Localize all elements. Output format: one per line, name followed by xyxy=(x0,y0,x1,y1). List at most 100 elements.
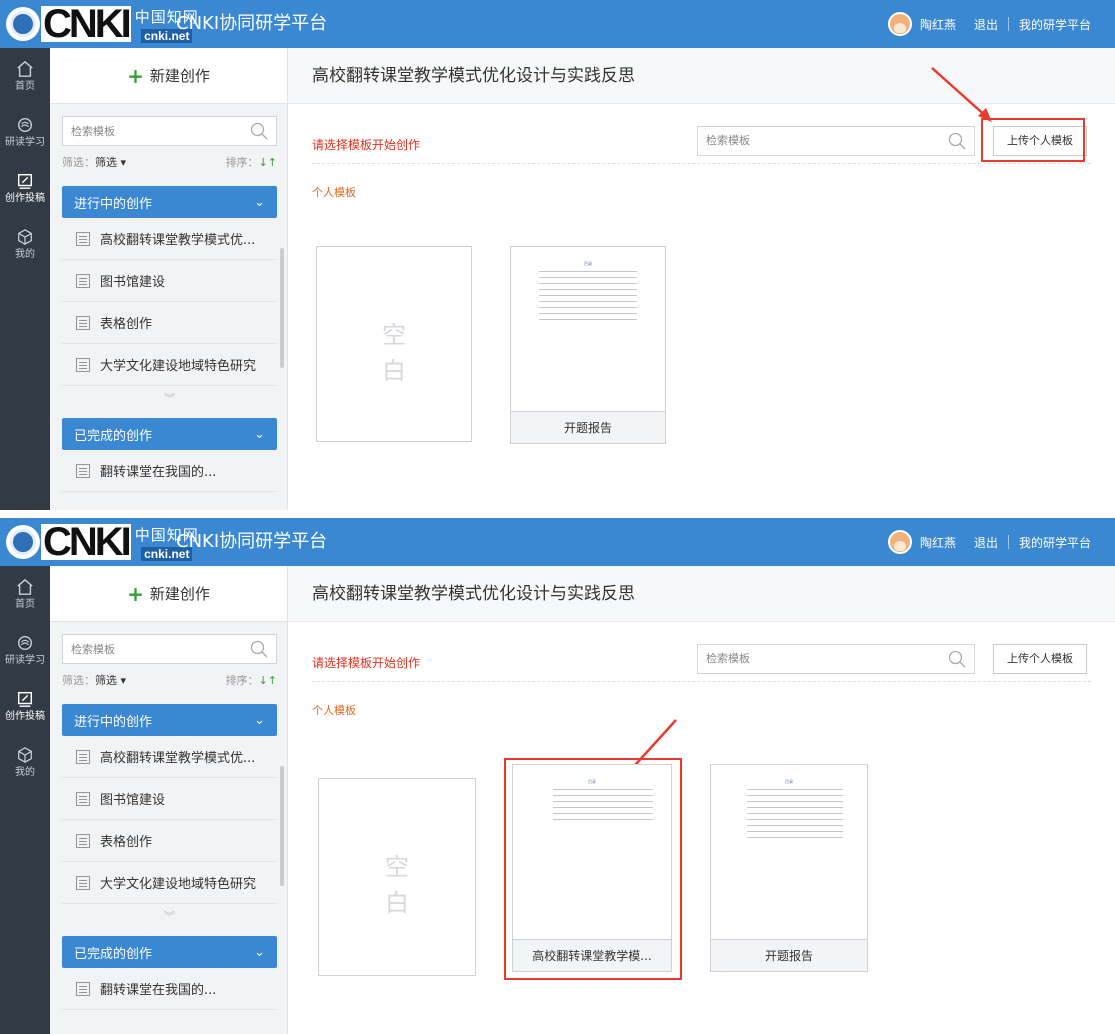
logout-link[interactable]: 退出 xyxy=(974,16,998,33)
in-progress-header[interactable]: 进行中的创作 ⌄ xyxy=(62,704,277,736)
nav-home[interactable]: 首页 xyxy=(0,48,50,104)
sort-control[interactable]: 排序：↓↑ xyxy=(226,672,277,690)
blank-template-card[interactable]: 空白 xyxy=(318,778,476,976)
template-header: 请选择模板开始创作 检索模板 上传个人模板 xyxy=(312,642,1091,682)
sidebar: + 新建创作 检索模板 筛选：筛选 ▾ 排序：↓↑ 进行中的创作 ⌄ 高校翻转课… xyxy=(50,48,288,510)
sidebar-scrollbar[interactable] xyxy=(280,766,284,886)
nav-reading[interactable]: 研读学习 xyxy=(0,104,50,160)
nav-home-label: 首页 xyxy=(15,599,35,610)
search-icon[interactable] xyxy=(250,122,268,140)
nav-profile[interactable]: 我的 xyxy=(0,216,50,272)
document-icon xyxy=(76,315,90,330)
folder-icon xyxy=(76,981,90,996)
list-item[interactable]: 翻转课堂在我国的... xyxy=(62,968,277,1010)
plus-icon: + xyxy=(127,581,144,606)
document-title: 高校翻转课堂教学模式优化设计与实践反思 xyxy=(288,566,1115,622)
choose-template-label: 请选择模板开始创作 xyxy=(312,138,421,152)
plus-icon: + xyxy=(127,63,144,88)
choose-template-label: 请选择模板开始创作 xyxy=(312,656,421,670)
nav-writing[interactable]: 创作投稿 xyxy=(0,678,50,734)
personal-templates-label: 个人模板 xyxy=(312,186,356,199)
my-platform-link[interactable]: 我的研学平台 xyxy=(1019,16,1091,33)
in-progress-header[interactable]: 进行中的创作 ⌄ xyxy=(62,186,277,218)
cnki-logo[interactable]: CNKI 中国知网 cnki.net xyxy=(6,522,199,562)
nav-home[interactable]: 首页 xyxy=(0,566,50,622)
sidebar-scrollbar[interactable] xyxy=(280,248,284,368)
new-creation-button[interactable]: + 新建创作 xyxy=(50,566,287,622)
user-name[interactable]: 陶红燕 xyxy=(920,16,956,33)
list-item[interactable]: 表格创作 xyxy=(62,302,277,344)
upload-template-button[interactable]: 上传个人模板 xyxy=(993,644,1087,674)
my-platform-link[interactable]: 我的研学平台 xyxy=(1019,534,1091,551)
sort-control[interactable]: 排序：↓↑ xyxy=(226,154,277,172)
completed-header[interactable]: 已完成的创作 ⌄ xyxy=(62,418,277,450)
home-icon xyxy=(17,60,33,77)
logout-link[interactable]: 退出 xyxy=(974,534,998,551)
filter-row: 筛选：筛选 ▾ 排序：↓↑ xyxy=(62,672,277,690)
folder-icon xyxy=(76,463,90,478)
cnki-logo[interactable]: CNKI 中国知网 cnki.net xyxy=(6,4,199,44)
list-item[interactable]: 高校翻转课堂教学模式优... xyxy=(62,736,277,778)
list-item[interactable]: 表格创作 xyxy=(62,820,277,862)
reading-icon xyxy=(17,635,33,651)
profile-icon xyxy=(18,747,32,763)
chevron-down-icon: ⌄ xyxy=(254,194,265,210)
template-search-input[interactable]: 检索模板 xyxy=(697,126,975,156)
filter-row: 筛选：筛选 ▾ 排序：↓↑ xyxy=(62,154,277,172)
search-icon[interactable] xyxy=(948,650,966,668)
nav-reading-label: 研读学习 xyxy=(5,137,45,148)
template-search-input[interactable]: 检索模板 xyxy=(697,644,975,674)
list-item[interactable]: 翻转课堂在我国的... xyxy=(62,450,277,492)
globe-icon xyxy=(6,525,40,559)
list-item[interactable]: 图书馆建设 xyxy=(62,778,277,820)
nav-writing-label: 创作投稿 xyxy=(5,193,45,204)
chevron-down-icon: ⌄ xyxy=(254,426,265,442)
avatar[interactable] xyxy=(887,530,912,554)
nav-profile[interactable]: 我的 xyxy=(0,734,50,790)
search-icon[interactable] xyxy=(250,640,268,658)
list-item[interactable]: 高校翻转课堂教学模式优... xyxy=(62,218,277,260)
filter-dropdown[interactable]: 筛选 ▾ xyxy=(95,156,126,169)
nav-writing[interactable]: 创作投稿 xyxy=(0,160,50,216)
new-creation-label: 新建创作 xyxy=(149,585,210,603)
document-icon xyxy=(76,231,90,246)
left-nav: 首页 研读学习 创作投稿 我的 xyxy=(0,566,50,1034)
filter-dropdown[interactable]: 筛选 ▾ xyxy=(95,674,126,687)
user-area: 陶红燕 退出 我的研学平台 xyxy=(887,0,1091,48)
template-thumbnail: 目录 xyxy=(511,247,665,411)
list-item[interactable]: 大学文化建设地域特色研究 xyxy=(62,862,277,904)
sort-icon: ↓↑ xyxy=(258,674,277,687)
list-item[interactable]: 大学文化建设地域特色研究 xyxy=(62,344,277,386)
writing-icon xyxy=(17,173,33,189)
reading-icon xyxy=(17,117,33,133)
blank-label: 空白 xyxy=(382,321,406,385)
nav-writing-label: 创作投稿 xyxy=(5,711,45,722)
template-card[interactable]: 目录 开题报告 xyxy=(710,764,868,972)
sidebar: + 新建创作 检索模板 筛选：筛选 ▾ 排序：↓↑ 进行中的创作 ⌄ 高校翻转课… xyxy=(50,566,288,1034)
list-item[interactable]: 图书馆建设 xyxy=(62,260,277,302)
blank-template-card[interactable]: 空白 xyxy=(316,246,472,442)
panel-separator xyxy=(0,510,1115,518)
user-name[interactable]: 陶红燕 xyxy=(920,534,956,551)
new-creation-button[interactable]: + 新建创作 xyxy=(50,48,287,104)
nav-reading-label: 研读学习 xyxy=(5,655,45,666)
sidebar-search-input[interactable]: 检索模板 xyxy=(62,634,277,664)
expand-more-icon[interactable]: ︾ xyxy=(62,904,277,928)
avatar[interactable] xyxy=(887,12,912,36)
template-name: 开题报告 xyxy=(511,411,665,443)
logo-brand: CNKI xyxy=(41,520,132,564)
expand-more-icon[interactable]: ︾ xyxy=(62,386,277,410)
left-nav: 首页 研读学习 创作投稿 我的 xyxy=(0,48,50,510)
template-card[interactable]: 目录 高校翻转课堂教学模... xyxy=(512,764,672,972)
app-title: CNKI协同研学平台 xyxy=(176,13,328,34)
template-card[interactable]: 目录 开题报告 xyxy=(510,246,666,444)
sidebar-search-input[interactable]: 检索模板 xyxy=(62,116,277,146)
personal-templates-label: 个人模板 xyxy=(312,704,356,717)
document-icon xyxy=(76,833,90,848)
completed-header[interactable]: 已完成的创作 ⌄ xyxy=(62,936,277,968)
search-icon[interactable] xyxy=(948,132,966,150)
document-icon xyxy=(76,749,90,764)
screenshot-panel-2: CNKI 中国知网 cnki.net CNKI协同研学平台 陶红燕 退出 我的研… xyxy=(0,518,1115,1034)
nav-reading[interactable]: 研读学习 xyxy=(0,622,50,678)
document-icon xyxy=(76,791,90,806)
